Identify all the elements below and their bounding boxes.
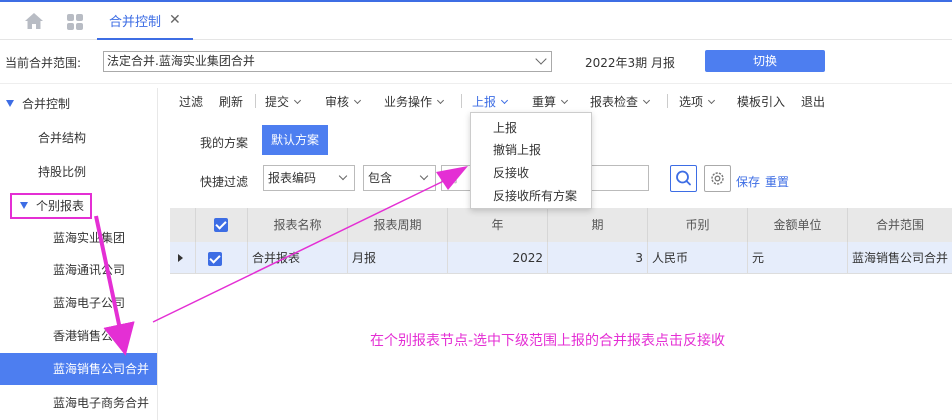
filter-operator-value: 包含 <box>368 171 393 185</box>
header-select-all[interactable] <box>196 208 248 242</box>
header-row-indicator <box>170 208 196 242</box>
expand-triangle-icon[interactable] <box>6 100 14 107</box>
cell-report-name[interactable]: 合并报表 <box>248 242 348 273</box>
top-bar: 合并控制 ✕ <box>0 0 952 40</box>
chevron-down-icon <box>419 171 429 181</box>
tree-node-consolidation-structure[interactable]: 合并结构 <box>38 122 86 154</box>
toolbar-divider <box>255 94 256 108</box>
column-header[interactable]: 报表周期 <box>348 208 448 242</box>
row-select-cell[interactable] <box>196 242 248 273</box>
toolbar-divider <box>667 94 668 108</box>
table-row[interactable]: 合并报表 月报 2022 3 人民币 元 蓝海销售公司合并 <box>170 242 952 274</box>
report-up-button[interactable]: 上报 <box>472 93 509 110</box>
chevron-down-icon <box>436 96 445 105</box>
row-indicator <box>170 242 196 273</box>
report-check-button[interactable]: 报表检查 <box>590 93 651 110</box>
close-icon[interactable]: ✕ <box>169 12 181 28</box>
refresh-button[interactable]: 刷新 <box>219 93 243 110</box>
grid-header: 报表名称 报表周期 年 期 币别 金额单位 合并范围 <box>170 208 952 242</box>
row-checkbox[interactable] <box>208 252 222 266</box>
highlight-box <box>10 193 92 219</box>
template-import-button[interactable]: 模板引入 <box>737 93 785 110</box>
apps-grid-icon[interactable] <box>66 13 84 31</box>
my-plan-label: 我的方案 <box>200 136 249 150</box>
column-header[interactable]: 年 <box>448 208 548 242</box>
period-text: 2022年3期 月报 <box>585 56 675 70</box>
cell-currency[interactable]: 人民币 <box>648 242 748 273</box>
menu-item-revoke-report[interactable]: 撤销上报 <box>493 141 541 158</box>
filter-operator-select[interactable]: 包含 <box>363 165 436 191</box>
column-header[interactable]: 币别 <box>648 208 748 242</box>
business-ops-button[interactable]: 业务操作 <box>384 93 445 110</box>
report-up-label: 上报 <box>472 95 497 109</box>
toolbar-divider <box>461 94 462 108</box>
cell-amount-unit[interactable]: 元 <box>748 242 848 273</box>
review-button[interactable]: 审核 <box>325 93 362 110</box>
cell-report-cycle[interactable]: 月报 <box>348 242 448 273</box>
tree-node-company[interactable]: 蓝海通讯公司 <box>53 254 125 286</box>
cell-consolidation-scope[interactable]: 蓝海销售公司合并 <box>848 242 952 273</box>
tree-node-company[interactable]: 蓝海实业集团 <box>53 222 125 254</box>
tree-node-shareholding-ratio[interactable]: 持股比例 <box>38 156 86 188</box>
filter-field-select[interactable]: 报表编码 <box>263 165 355 191</box>
tree-node-label: 合并控制 <box>22 97 71 111</box>
chevron-down-icon <box>535 53 547 65</box>
business-ops-label: 业务操作 <box>384 95 433 109</box>
tree-node-consolidation-control[interactable]: 合并控制 <box>6 88 70 120</box>
scope-select[interactable]: 法定合并.蓝海实业集团合并 <box>103 51 552 72</box>
review-label: 审核 <box>325 95 350 109</box>
column-header[interactable]: 期 <box>548 208 648 242</box>
save-filter-link[interactable]: 保存 <box>736 173 760 190</box>
chevron-down-icon <box>707 96 716 105</box>
quick-filter-label: 快捷过滤 <box>200 175 249 189</box>
submit-label: 提交 <box>265 95 290 109</box>
cell-year[interactable]: 2022 <box>448 242 548 273</box>
chevron-down-icon <box>500 96 509 105</box>
submit-button[interactable]: 提交 <box>265 93 302 110</box>
tree-node-company[interactable]: 香港销售公司 <box>53 320 125 352</box>
scope-label: 当前合并范围: <box>5 56 82 70</box>
column-header[interactable]: 合并范围 <box>848 208 952 242</box>
tree-node-company[interactable]: 蓝海电子商务合并 <box>53 387 149 419</box>
column-header[interactable]: 金额单位 <box>748 208 848 242</box>
options-button[interactable]: 选项 <box>679 93 716 110</box>
reset-filter-link[interactable]: 重置 <box>765 173 789 190</box>
chevron-down-icon <box>642 96 651 105</box>
options-label: 选项 <box>679 95 704 109</box>
gear-icon <box>711 172 724 185</box>
search-button[interactable] <box>670 165 697 192</box>
switch-button[interactable]: 切换 <box>705 50 825 72</box>
toolbar: 过滤 刷新 提交 审核 业务操作 上报 重算 报表检查 选项 模板引入 退出 <box>170 88 952 112</box>
tab-consolidation-control[interactable]: 合并控制 ✕ <box>97 2 193 40</box>
report-check-label: 报表检查 <box>590 95 639 109</box>
search-icon <box>676 170 691 186</box>
chevron-down-icon <box>353 96 362 105</box>
annotation-text: 在个别报表节点-选中下级范围上报的合并报表点击反接收 <box>370 333 726 349</box>
tree-node-company[interactable]: 蓝海电子公司 <box>53 287 125 319</box>
cell-period[interactable]: 3 <box>548 242 648 273</box>
scope-value: 法定合并.蓝海实业集团合并 <box>107 54 255 68</box>
exit-button[interactable]: 退出 <box>801 93 825 110</box>
menu-item-report-up[interactable]: 上报 <box>493 119 517 136</box>
report-up-dropdown-menu: 上报 撤销上报 反接收 反接收所有方案 <box>470 112 592 209</box>
filter-settings-button[interactable] <box>704 165 731 192</box>
row-pointer-icon <box>178 254 183 262</box>
sidebar-tree: 合并控制 合并结构 持股比例 个别报表 蓝海实业集团 蓝海通讯公司 蓝海电子公司… <box>0 88 158 420</box>
select-all-checkbox[interactable] <box>214 218 228 232</box>
home-icon[interactable] <box>24 12 44 30</box>
chevron-down-icon <box>560 96 569 105</box>
tab-label: 合并控制 <box>109 14 162 30</box>
recalc-button[interactable]: 重算 <box>532 93 569 110</box>
menu-item-reverse-receive[interactable]: 反接收 <box>493 164 529 181</box>
filter-button[interactable]: 过滤 <box>179 93 203 110</box>
chevron-down-icon <box>338 171 348 181</box>
tree-node-company-selected[interactable]: 蓝海销售公司合并 <box>0 353 157 385</box>
scope-row: 当前合并范围: 法定合并.蓝海实业集团合并 2022年3期 月报 切换 <box>0 40 952 84</box>
filter-field-value: 报表编码 <box>268 171 317 185</box>
chevron-down-icon <box>293 96 302 105</box>
column-header[interactable]: 报表名称 <box>248 208 348 242</box>
recalc-label: 重算 <box>532 95 557 109</box>
menu-item-reverse-receive-all[interactable]: 反接收所有方案 <box>493 187 577 204</box>
default-plan-button[interactable]: 默认方案 <box>262 125 328 155</box>
